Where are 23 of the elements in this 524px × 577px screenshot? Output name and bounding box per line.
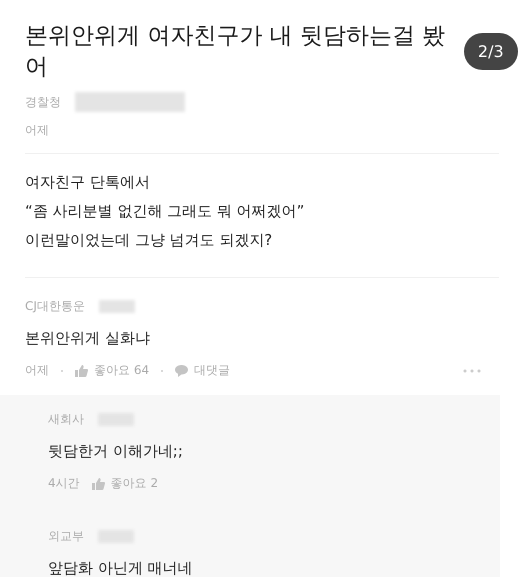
post-time: 어제 [24, 122, 50, 139]
post-title: 본위안위게 여자친구가 내 뒷담하는걸 봤어 [25, 22, 446, 82]
reply-text: 뒷담한거 이해가네;; [48, 442, 184, 461]
like-button[interactable]: 좋아요 2 [92, 475, 158, 492]
author-company: 외교부 [48, 528, 84, 545]
comment-time: 어제 [25, 362, 49, 379]
redaction-bar [98, 300, 135, 313]
post-body-line: “좀 사리분별 없긴해 그래도 뭐 어쩌겠어” [25, 201, 306, 222]
reply-button[interactable]: 대댓글 [175, 362, 230, 379]
more-options-icon[interactable] [463, 368, 481, 372]
thumbs-up-icon [92, 478, 105, 490]
author-company: CJ대한통운 [25, 298, 85, 315]
like-button[interactable]: 좋아요 64 [75, 362, 150, 379]
comment-text: 본위안위게 실화냐 [24, 329, 151, 348]
reply-time: 4시간 [48, 475, 80, 492]
page-indicator: 2/3 [464, 32, 518, 70]
author-company: 새회사 [48, 411, 84, 428]
thumbs-up-icon [75, 364, 88, 376]
speech-bubble-icon [175, 364, 188, 376]
author-company: 경찰청 [25, 94, 61, 110]
post-body-line: 여자친구 단톡에서 [25, 172, 151, 193]
post-body-line: 이런말이었는데 그냥 넘겨도 되겠지? [25, 230, 274, 251]
reply-text: 앞담화 아닌게 매너네 [48, 559, 194, 577]
